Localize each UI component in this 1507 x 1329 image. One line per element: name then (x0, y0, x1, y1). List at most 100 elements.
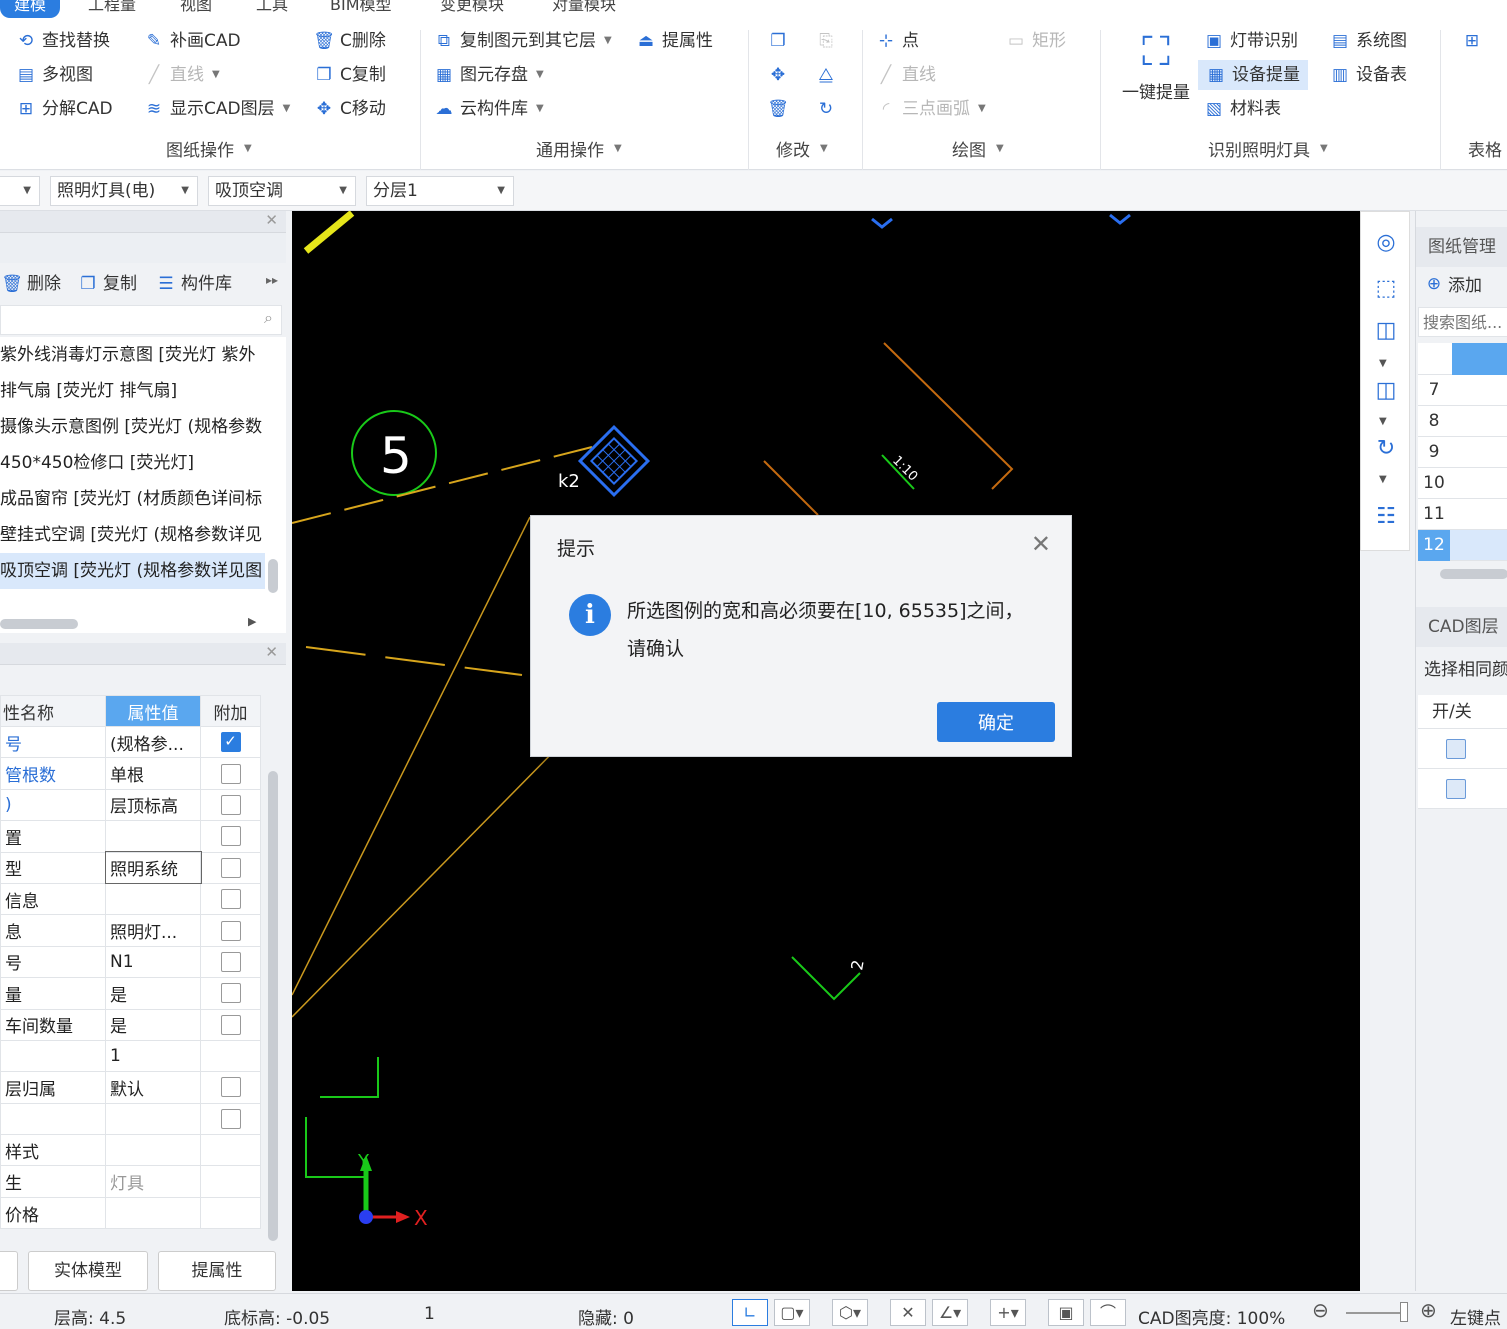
prop-value[interactable]: 是 (105, 1008, 201, 1041)
draw-rect-button[interactable]: ▭ 矩形 (1006, 26, 1066, 56)
device-quantity-button[interactable]: ▦ 设备提量 (1198, 60, 1308, 90)
attach-checkbox[interactable] (220, 889, 241, 910)
add-drawing-button[interactable]: ⊕ 添加 (1424, 271, 1482, 297)
prop-value[interactable]: 默认 (105, 1071, 201, 1104)
drawing-hscrollbar[interactable] (1440, 569, 1507, 579)
drawing-row[interactable]: 9 (1418, 437, 1507, 468)
drawing-row[interactable]: 8 (1418, 406, 1507, 437)
table-tool-button[interactable]: ⊞ (1462, 26, 1482, 56)
table-row[interactable]: 管根数 单根 (0, 757, 261, 790)
left-edge-button[interactable] (0, 1251, 18, 1291)
table-row[interactable]: 车间数量是 (0, 1008, 261, 1041)
draw-arc-dropdown[interactable]: ◜ 三点画弧 ▼ (876, 94, 986, 124)
cross-select-icon[interactable]: ✕ (890, 1299, 926, 1326)
supplement-cad-button[interactable]: ✎ 补画CAD (144, 26, 241, 56)
tab-bim-model[interactable]: BIM模型 (330, 0, 392, 18)
curve-icon[interactable]: ⌒ (1090, 1299, 1126, 1326)
list-item[interactable]: 成品窗帘 [荧光灯 (材质颜色详间标 (0, 481, 265, 517)
prop-value[interactable]: 单根 (105, 757, 201, 790)
category-dropdown[interactable]: 照明灯具(电) ▼ (50, 176, 198, 206)
chevron-down-icon[interactable]: ▼ (1379, 474, 1387, 485)
prop-value[interactable]: N1 (105, 945, 201, 979)
attach-checkbox[interactable] (220, 1108, 241, 1129)
ortho-mode-icon[interactable]: ∟ (732, 1299, 768, 1326)
table-row[interactable]: 号 N1 (0, 945, 261, 979)
drawing-row[interactable]: 11 (1418, 499, 1507, 530)
prop-value[interactable]: (规格参... (105, 725, 201, 759)
props-scrollbar[interactable] (268, 771, 278, 1241)
brightness-slider-handle[interactable] (1400, 1302, 1408, 1322)
modify-offset-button[interactable]: ⎘ (816, 26, 836, 56)
list-item[interactable]: 紫外线消毒灯示意图 [荧光灯 紫外 (0, 337, 265, 373)
prop-value[interactable] (105, 1102, 201, 1136)
modify-move-button[interactable]: ✥ (768, 60, 788, 90)
cube-view-icon[interactable]: ◫ (1371, 316, 1401, 346)
save-element-dropdown[interactable]: ▦ 图元存盘 ▼ (434, 60, 544, 90)
close-icon[interactable]: ✕ (1031, 530, 1051, 558)
confirm-button[interactable]: 确定 (937, 702, 1055, 742)
list-item[interactable]: 450*450检修口 [荧光灯] (0, 445, 265, 481)
copy-button[interactable]: ❐ 复制 (78, 269, 137, 299)
attach-checkbox[interactable] (220, 951, 241, 972)
delete-button[interactable]: 🗑 删除 (1, 269, 61, 299)
view-cube-icon[interactable]: ⬡▾ (832, 1299, 868, 1326)
table-row[interactable]: 样式 (0, 1134, 261, 1167)
find-replace-button[interactable]: ⟲ 查找替换 (16, 26, 110, 56)
table-row[interactable]: 价格 (0, 1196, 261, 1230)
layer-toggle-checkbox[interactable] (1446, 779, 1466, 799)
attach-checkbox[interactable] (220, 920, 241, 941)
drawing-search-input[interactable] (1418, 307, 1507, 337)
group-label-modify[interactable]: 修改 ▼ (776, 136, 828, 161)
display-icon[interactable]: ▣ (1048, 1299, 1084, 1326)
brightness-slider[interactable] (1346, 1312, 1406, 1314)
light-strip-recognize-button[interactable]: ▣ 灯带识别 (1204, 26, 1298, 56)
device-table-button[interactable]: ▥ 设备表 (1330, 60, 1407, 90)
chevron-down-icon[interactable]: ▼ (1379, 416, 1387, 427)
list-item[interactable]: 摄像头示意图例 [荧光灯 (规格参数 (0, 409, 265, 445)
table-row[interactable] (0, 1102, 261, 1136)
extract-props-bottom-button[interactable]: 提属性 (158, 1251, 276, 1291)
table-row[interactable]: 层归属 默认 (0, 1071, 261, 1104)
copy-to-layer-dropdown[interactable]: ⧉ 复制图元到其它层 ▼ (434, 26, 612, 56)
prop-value[interactable]: 层顶标高 (105, 788, 201, 822)
explode-cad-button[interactable]: ⊞ 分解CAD (16, 94, 113, 124)
attach-checkbox[interactable]: ✓ (220, 732, 241, 753)
solid-model-button[interactable]: 实体模型 (28, 1251, 148, 1291)
layer-toggle-checkbox[interactable] (1446, 739, 1466, 759)
table-row[interactable]: 信息 (0, 882, 261, 916)
prop-value[interactable]: 照明灯... (105, 914, 201, 947)
prop-value[interactable]: 灯具 (105, 1165, 201, 1198)
tab-quantity[interactable]: 工程量 (88, 0, 136, 18)
select-box-icon[interactable]: ▢▾ (774, 1299, 810, 1326)
table-row[interactable]: 置 (0, 820, 261, 853)
prop-value[interactable] (105, 1196, 201, 1230)
table-row[interactable]: 1 (0, 1039, 261, 1073)
table-row[interactable]: 型照明系统 (0, 851, 261, 885)
cloud-library-dropdown[interactable]: ☁ 云构件库 ▼ (434, 94, 544, 124)
system-diagram-button[interactable]: ▤ 系统图 (1330, 26, 1407, 56)
list-item[interactable]: 壁挂式空调 [荧光灯 (规格参数详见 (0, 517, 265, 553)
draw-point-button[interactable]: ⊹ 点 (876, 26, 919, 56)
c-copy-button[interactable]: ❐ C复制 (314, 60, 386, 90)
snap-icon[interactable]: +▾ (990, 1299, 1026, 1326)
attach-checkbox[interactable] (220, 1014, 241, 1035)
attach-checkbox[interactable] (220, 826, 241, 847)
table-row[interactable]: 号 (规格参... ✓ (0, 725, 261, 759)
search-icon[interactable]: ⌕ (264, 308, 273, 328)
list-scrollbar[interactable] (268, 559, 278, 593)
modify-rotate-button[interactable]: ↻ (816, 94, 836, 124)
prop-value[interactable] (105, 882, 201, 916)
tab-build[interactable]: 建模 (0, 0, 61, 18)
drawing-row[interactable]: 7 (1418, 375, 1507, 406)
component-search-input[interactable]: ⌕ (0, 305, 282, 335)
close-icon[interactable]: ✕ (265, 643, 278, 661)
select-same-color-button[interactable]: 选择相同颜 (1424, 655, 1507, 680)
zoom-in-icon[interactable]: ⊕ (1420, 1298, 1437, 1322)
prop-value[interactable] (105, 1134, 201, 1167)
tab-compare-module[interactable]: 对量模块 (552, 0, 616, 18)
modify-mirror-button[interactable]: ⧋ (816, 60, 836, 90)
multi-view-button[interactable]: ▤ 多视图 (16, 60, 93, 90)
group-label-recognize[interactable]: 识别照明灯具 ▼ (1208, 136, 1328, 161)
layer-dropdown[interactable]: 分层1 ▼ (366, 176, 514, 206)
list-item-selected[interactable]: 吸顶空调 [荧光灯 (规格参数详见图 (0, 553, 265, 589)
